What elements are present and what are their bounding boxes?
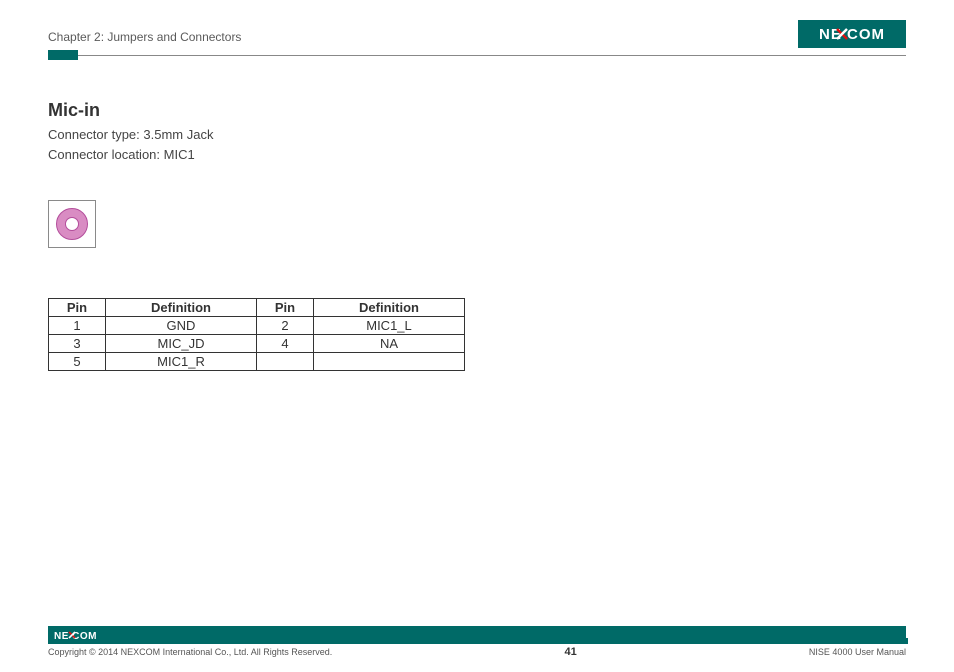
cell-pin: 5 — [49, 353, 106, 371]
brand-logo: NE COM — [798, 20, 906, 48]
header-def: Definition — [106, 299, 257, 317]
cell-pin: 3 — [49, 335, 106, 353]
connector-location: Connector location: MIC1 — [48, 145, 906, 165]
cell-pin — [257, 353, 314, 371]
cell-def: MIC1_L — [314, 317, 465, 335]
jack-inner-circle-icon — [65, 217, 79, 231]
pin-definition-table: Pin Definition Pin Definition 1 GND 2 MI… — [48, 298, 465, 371]
cell-pin: 4 — [257, 335, 314, 353]
page-footer: NE COM Copyright © 2014 NEXCOM Internati… — [48, 626, 906, 658]
header-def: Definition — [314, 299, 465, 317]
table-row: 5 MIC1_R — [49, 353, 465, 371]
nexcom-footer-logo-icon: NE COM — [54, 629, 118, 641]
header-pin: Pin — [257, 299, 314, 317]
cell-def: NA — [314, 335, 465, 353]
connector-type: Connector type: 3.5mm Jack — [48, 125, 906, 145]
header-pin: Pin — [49, 299, 106, 317]
header-separator — [48, 50, 906, 60]
footer-row: Copyright © 2014 NEXCOM International Co… — [48, 646, 906, 658]
cell-def: MIC_JD — [106, 335, 257, 353]
page-header: Chapter 2: Jumpers and Connectors NE COM — [48, 20, 906, 48]
mic-jack-diagram — [48, 200, 96, 248]
cell-def: MIC1_R — [106, 353, 257, 371]
cell-pin: 1 — [49, 317, 106, 335]
section-title: Mic-in — [48, 100, 906, 121]
page-number: 41 — [564, 646, 576, 658]
chapter-title: Chapter 2: Jumpers and Connectors — [48, 30, 241, 48]
svg-text:NE COM: NE COM — [819, 26, 885, 43]
cell-pin: 2 — [257, 317, 314, 335]
main-content: Mic-in Connector type: 3.5mm Jack Connec… — [48, 100, 906, 371]
nexcom-logo-icon: NE COM — [804, 24, 900, 44]
footer-decor-icon — [890, 626, 908, 644]
cell-def — [314, 353, 465, 371]
copyright-text: Copyright © 2014 NEXCOM International Co… — [48, 647, 332, 657]
table-row: 1 GND 2 MIC1_L — [49, 317, 465, 335]
connector-meta: Connector type: 3.5mm Jack Connector loc… — [48, 125, 906, 164]
jack-outer-circle-icon — [56, 208, 88, 240]
footer-bar: NE COM — [48, 626, 906, 644]
cell-def: GND — [106, 317, 257, 335]
table-header-row: Pin Definition Pin Definition — [49, 299, 465, 317]
manual-name: NISE 4000 User Manual — [809, 647, 906, 657]
table-row: 3 MIC_JD 4 NA — [49, 335, 465, 353]
